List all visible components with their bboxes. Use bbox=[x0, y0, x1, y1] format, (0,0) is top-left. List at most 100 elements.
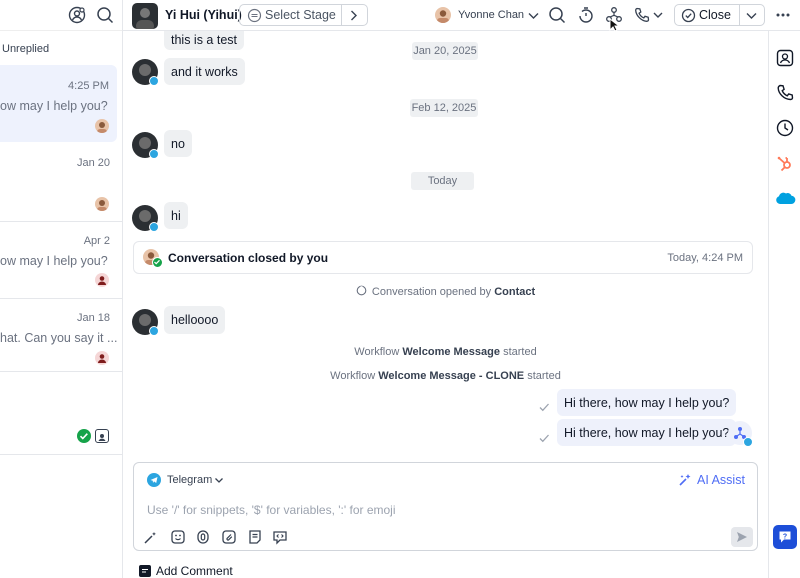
send-button[interactable] bbox=[731, 527, 753, 547]
chevron-down-icon[interactable] bbox=[526, 8, 541, 23]
outgoing-message-bubble: Hi there, how may I help you? bbox=[557, 389, 737, 416]
select-stage-dropdown[interactable]: Select Stage bbox=[239, 4, 368, 26]
conversation-preview: ow may I help you? bbox=[0, 254, 108, 268]
svg-text:?: ? bbox=[783, 534, 787, 541]
contact-name[interactable]: Yi Hui (Yihui) bbox=[165, 8, 242, 22]
magic-wand-icon[interactable] bbox=[143, 530, 158, 545]
contact-avatar[interactable] bbox=[132, 3, 158, 29]
contact-details-icon[interactable] bbox=[775, 48, 795, 68]
attachment-icon[interactable] bbox=[221, 529, 237, 545]
salesforce-icon[interactable] bbox=[774, 188, 796, 208]
unassigned-avatar bbox=[95, 273, 109, 287]
conversation-item[interactable]: Jan 20 bbox=[0, 142, 122, 222]
workflow-name: Welcome Message bbox=[402, 346, 500, 358]
telegram-icon bbox=[149, 326, 159, 336]
date-separator: Today bbox=[411, 172, 474, 190]
closed-label: Conversation closed by you bbox=[168, 251, 329, 265]
chevron-right-icon[interactable] bbox=[346, 8, 361, 23]
phone-icon[interactable] bbox=[775, 83, 795, 103]
template-icon[interactable] bbox=[247, 529, 263, 545]
reopen-icon bbox=[356, 285, 367, 296]
opened-prefix: Conversation opened by bbox=[371, 286, 492, 298]
closed-time: Today, 4:24 PM bbox=[667, 252, 743, 264]
assignee-name[interactable]: Yvonne Chan bbox=[458, 9, 524, 21]
workflow-name: Welcome Message - CLONE bbox=[378, 370, 525, 382]
ai-assist-button[interactable]: AI Assist bbox=[697, 473, 745, 487]
message-composer: Telegram AI Assist Use '/' for snippets,… bbox=[133, 462, 758, 551]
phone-icon[interactable] bbox=[633, 6, 651, 24]
close-label: Close bbox=[699, 8, 731, 22]
conversation-item[interactable]: Jan 18 hat. Can you say it ... bbox=[0, 299, 122, 372]
assignee-avatar[interactable] bbox=[435, 7, 451, 23]
telegram-icon bbox=[743, 437, 753, 447]
help-chat-button[interactable]: ? bbox=[773, 525, 797, 549]
chevron-down-icon[interactable] bbox=[651, 8, 665, 22]
workflow-suffix: started bbox=[527, 370, 561, 382]
select-stage-label: Select Stage bbox=[265, 8, 336, 22]
workflow-prefix: Workflow bbox=[330, 370, 376, 382]
outgoing-message-bubble: Hi there, how may I help you? bbox=[557, 419, 737, 446]
date-separator: Jan 20, 2025 bbox=[412, 42, 478, 60]
assignee-avatar bbox=[95, 119, 109, 133]
telegram-icon bbox=[147, 473, 161, 487]
conversation-item[interactable] bbox=[0, 372, 122, 455]
conversation-list-panel: Unreplied 4:25 PM ow may I help you? Jan… bbox=[0, 0, 123, 578]
unassigned-avatar bbox=[95, 351, 109, 365]
channel-select[interactable]: Telegram bbox=[167, 474, 212, 486]
hubspot-icon[interactable] bbox=[775, 153, 795, 173]
message-bubble: no bbox=[164, 130, 192, 157]
conversation-list-toolbar bbox=[0, 0, 122, 31]
sent-check-icon bbox=[538, 401, 550, 413]
emoji-icon[interactable] bbox=[170, 529, 186, 545]
message-bubble: helloooo bbox=[164, 306, 226, 334]
message-input[interactable]: Use '/' for snippets, '$' for variables,… bbox=[147, 503, 396, 517]
search-icon[interactable] bbox=[96, 6, 114, 24]
add-comment-label: Add Comment bbox=[156, 564, 233, 578]
conversation-preview: hat. Can you say it ... bbox=[0, 331, 118, 345]
workflow-started-event: Workflow Welcome Message started bbox=[123, 346, 768, 358]
conversation-time: Jan 18 bbox=[76, 312, 110, 324]
telegram-icon bbox=[149, 149, 159, 159]
comment-icon bbox=[139, 565, 151, 577]
contact-card-icon bbox=[95, 429, 109, 443]
message-bubble: hi bbox=[164, 202, 188, 229]
closed-check-icon bbox=[152, 257, 163, 268]
workflow-started-event: Workflow Welcome Message - CLONE started bbox=[123, 370, 768, 382]
date-separator: Feb 12, 2025 bbox=[410, 99, 478, 117]
telegram-icon bbox=[149, 76, 159, 86]
message-thread: this is a test Jan 20, 2025 and it works… bbox=[123, 31, 768, 578]
filter-label: Unreplied bbox=[2, 43, 50, 55]
conversation-time: 4:25 PM bbox=[68, 80, 109, 92]
search-icon[interactable] bbox=[548, 6, 566, 24]
stage-divider bbox=[341, 5, 342, 25]
message-bubble: this is a test bbox=[164, 31, 244, 50]
more-options-icon[interactable] bbox=[774, 7, 792, 23]
resolved-check-icon bbox=[77, 429, 91, 443]
workflow-suffix: started bbox=[503, 346, 537, 358]
close-conversation-button[interactable]: Close bbox=[674, 4, 765, 26]
opened-by: Contact bbox=[494, 286, 536, 298]
chevron-down-icon[interactable] bbox=[213, 474, 225, 486]
right-sidebar-rail: ? bbox=[768, 31, 800, 578]
voice-note-icon[interactable] bbox=[195, 529, 211, 545]
ai-sparkle-icon[interactable] bbox=[678, 472, 693, 487]
conversation-opened-event: Conversation opened by Contact bbox=[123, 285, 768, 298]
filter-contacts-icon[interactable] bbox=[68, 6, 86, 24]
history-clock-icon[interactable] bbox=[775, 118, 795, 138]
assignee-avatar bbox=[95, 197, 109, 211]
conversation-item[interactable]: Apr 2 ow may I help you? bbox=[0, 222, 122, 299]
code-snippet-icon[interactable] bbox=[272, 529, 288, 545]
telegram-icon bbox=[149, 222, 159, 232]
conversation-time: Apr 2 bbox=[83, 235, 110, 247]
check-circle-icon bbox=[681, 8, 696, 23]
sent-check-icon bbox=[538, 432, 550, 444]
conversation-time: Jan 20 bbox=[76, 157, 110, 169]
stage-icon bbox=[247, 8, 262, 23]
chevron-down-icon[interactable] bbox=[744, 8, 759, 23]
snooze-timer-icon[interactable] bbox=[577, 6, 595, 24]
mouse-cursor bbox=[609, 18, 619, 32]
inbox-app: Unreplied 4:25 PM ow may I help you? Jan… bbox=[0, 0, 800, 578]
workflow-prefix: Workflow bbox=[354, 346, 400, 358]
conversation-header: Yi Hui (Yihui) Select Stage Yvonne Chan bbox=[123, 0, 800, 32]
conversation-item[interactable]: 4:25 PM ow may I help you? bbox=[0, 65, 117, 142]
